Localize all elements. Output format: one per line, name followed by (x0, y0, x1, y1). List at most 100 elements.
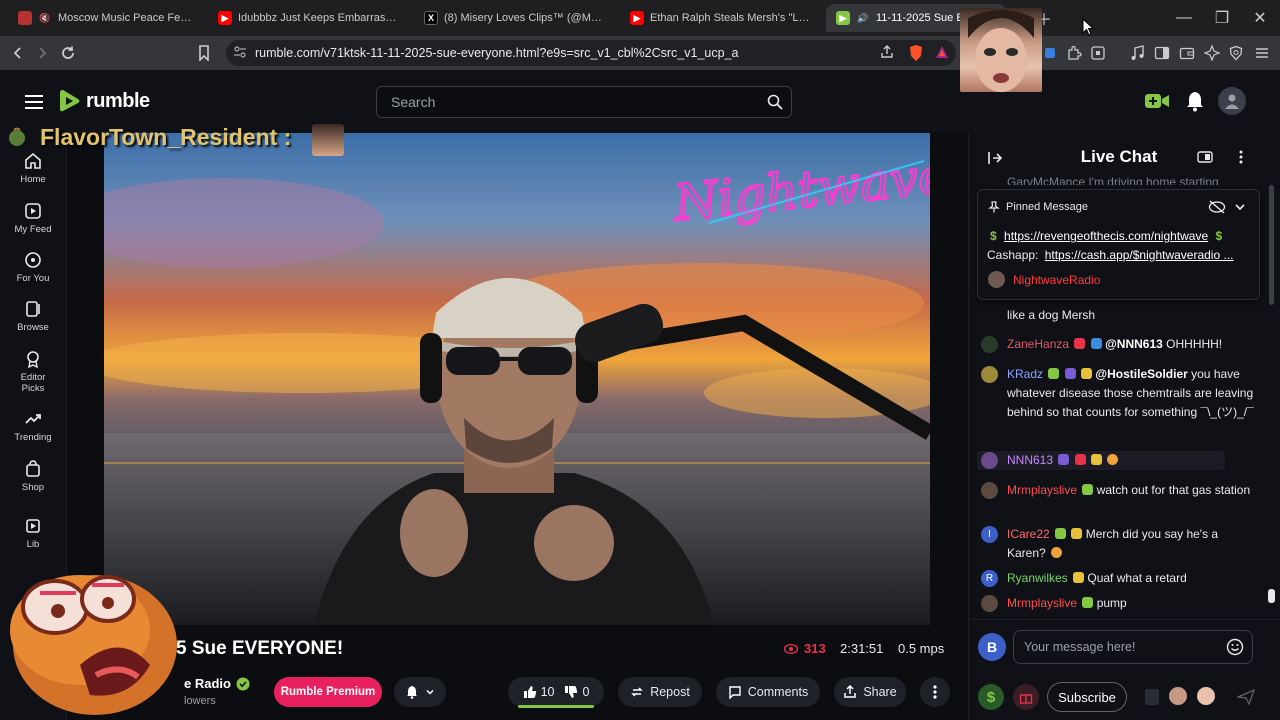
leo-ai-icon[interactable] (1202, 43, 1222, 63)
pinned-link[interactable]: https://cash.app/$nightwaveradio ... (1045, 248, 1234, 262)
extension-icon[interactable] (1040, 43, 1060, 63)
cashapp-label: Cashapp: (987, 248, 1042, 262)
chat-message-input[interactable]: Your message here! (1013, 630, 1253, 664)
scrollbar-handle[interactable] (1268, 589, 1275, 603)
nav-item-home[interactable]: Home (0, 152, 66, 185)
search-placeholder: Search (391, 94, 436, 110)
youtube-icon: ▶ (218, 11, 232, 25)
sidebar-toggle-icon[interactable] (1152, 43, 1172, 63)
browser-tab[interactable]: ▶ Idubbbz Just Keeps Embarrassing Him (208, 4, 408, 32)
hamburger-menu-icon[interactable] (22, 90, 46, 114)
chat-username[interactable]: NNN613 (1007, 453, 1053, 467)
nav-label: My Feed (14, 224, 52, 235)
dislike-button[interactable]: 0 (564, 685, 589, 699)
chat-message: I ICare22 Merch did you say he's a Karen… (981, 525, 1259, 563)
browser-tab[interactable]: ▶ Ethan Ralph Steals Mersh's "Leftover (620, 4, 820, 32)
extensions-puzzle-icon[interactable] (1064, 43, 1084, 63)
search-icon[interactable] (767, 94, 783, 110)
chat-mention: @NNN613 (1105, 337, 1163, 351)
chat-username[interactable]: KRadz (1007, 367, 1043, 381)
chat-username[interactable]: Mrmplayslive (1007, 596, 1077, 610)
browser-tab[interactable]: X (8) Misery Loves Clips™ (@MiseryClips (414, 4, 614, 32)
nav-item-my-feed[interactable]: My Feed (0, 202, 66, 235)
browser-tab[interactable]: 🔇 Moscow Music Peace Festival - 1 (8, 4, 204, 32)
notification-settings-button[interactable] (394, 677, 446, 707)
nav-item-shop[interactable]: Shop (0, 460, 66, 493)
viewer-count: 313 (804, 641, 826, 656)
nav-item-trending[interactable]: Trending (0, 410, 66, 443)
divider (969, 619, 1280, 620)
rumble-premium-button[interactable]: Rumble Premium (274, 677, 382, 707)
close-window-button[interactable]: ✕ (1250, 8, 1270, 28)
browse-icon (26, 301, 40, 317)
go-live-icon[interactable] (1144, 90, 1170, 112)
emote-icon[interactable] (1145, 689, 1159, 705)
wallet-icon[interactable] (1177, 43, 1197, 63)
emoji-icon (1107, 454, 1119, 465)
chat-scrollbar[interactable] (1267, 185, 1275, 617)
chat-username[interactable]: ICare22 (1007, 527, 1050, 541)
speaker-icon: 🔊 (857, 12, 869, 23)
video-player[interactable]: Nightwave (104, 133, 930, 625)
nav-item-editor-picks[interactable]: Editor Picks (0, 350, 66, 394)
subscribe-button[interactable]: Subscribe (1047, 682, 1127, 712)
emote-icon[interactable] (1169, 687, 1187, 705)
like-button[interactable]: 10 (523, 685, 554, 699)
notifications-bell-icon[interactable] (1184, 90, 1206, 112)
chat-username[interactable]: ZaneHanza (1007, 337, 1069, 351)
emoji-picker-icon[interactable] (1226, 638, 1244, 656)
scrollbar-thumb[interactable] (1269, 185, 1274, 305)
nav-item-browse[interactable]: Browse (0, 300, 66, 333)
verified-icon (236, 677, 250, 690)
rant-dollar-button[interactable]: $ (978, 684, 1004, 710)
expand-pinned-icon[interactable] (1234, 201, 1246, 213)
pinned-link[interactable]: https://revengeofthecis.com/nightwave (1004, 229, 1208, 243)
vote-group: 10 0 (508, 677, 604, 708)
user-avatar (981, 336, 998, 353)
pinned-header: Pinned Message (988, 201, 1088, 213)
gift-button[interactable] (1013, 684, 1039, 710)
rumble-logo[interactable]: rumble (56, 87, 150, 115)
back-button[interactable] (8, 43, 28, 63)
tab-title: (8) Misery Loves Clips™ (@MiseryClips (444, 12, 604, 24)
chat-username[interactable]: Mrmplayslive (1007, 483, 1077, 497)
menu-icon[interactable] (1252, 43, 1272, 63)
chat-message-text: Quaf what a retard (1087, 571, 1187, 585)
minimize-button[interactable]: — (1174, 8, 1194, 28)
rumble-logo-icon (60, 90, 80, 112)
subscribe-label: Subscribe (1058, 689, 1116, 705)
maximize-button[interactable]: ❐ (1212, 8, 1232, 28)
nav-label: Trending (14, 432, 52, 443)
site-settings-icon[interactable] (233, 45, 247, 59)
user-avatar (981, 366, 998, 383)
search-input[interactable]: Search (376, 86, 792, 118)
comments-button[interactable]: Comments (716, 677, 820, 707)
bookmark-icon[interactable] (194, 43, 214, 63)
brave-shields-icon[interactable] (908, 44, 924, 62)
nav-item-for-you[interactable]: For You (0, 251, 66, 284)
chat-username[interactable]: Ryanwilkes (1007, 571, 1068, 585)
reload-button[interactable] (58, 43, 78, 63)
brave-rewards-icon[interactable] (934, 44, 950, 60)
media-music-icon[interactable] (1128, 43, 1148, 63)
compass-icon (25, 252, 41, 268)
screenshot-icon[interactable] (1088, 43, 1108, 63)
repost-button[interactable]: Repost (618, 677, 702, 707)
repost-label: Repost (650, 685, 690, 699)
tab-title: Idubbbz Just Keeps Embarrassing Him (238, 12, 398, 24)
forward-button[interactable] (32, 43, 52, 63)
user-avatar-icon[interactable] (1218, 87, 1246, 115)
address-bar[interactable]: rumble.com/v71ktsk-11-11-2025-sue-everyo… (226, 40, 956, 66)
share-button[interactable]: Share (834, 677, 906, 707)
channel-name[interactable]: e Radio (184, 676, 250, 691)
chat-message-text: pump (1096, 596, 1127, 610)
chat-options-icon[interactable] (1239, 150, 1243, 164)
popout-chat-icon[interactable] (1197, 150, 1213, 164)
more-options-button[interactable] (920, 677, 950, 707)
share-page-icon[interactable] (880, 45, 894, 59)
vpn-shield-icon[interactable] (1226, 43, 1246, 63)
user-avatar (981, 452, 998, 469)
send-message-icon[interactable] (1237, 689, 1255, 705)
hide-pinned-icon[interactable] (1208, 200, 1226, 214)
emote-icon[interactable] (1197, 687, 1215, 705)
